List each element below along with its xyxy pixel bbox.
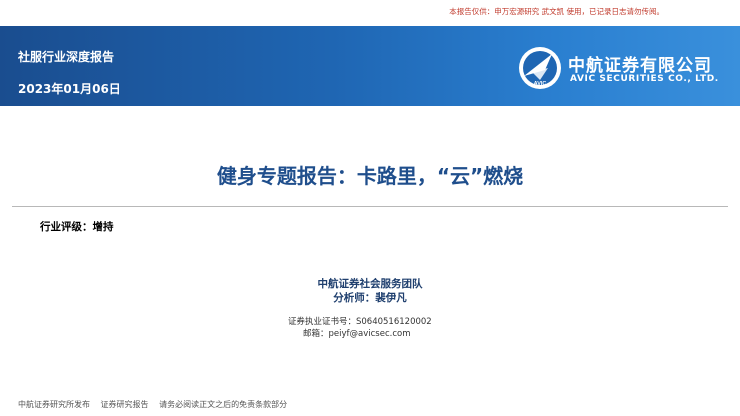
divider bbox=[12, 206, 728, 207]
report-type: 社服行业深度报告 bbox=[18, 50, 115, 64]
company-name-cn: 中航证券有限公司 bbox=[568, 56, 712, 76]
analyst-name: 分析师：裴伊凡 bbox=[333, 292, 407, 304]
research-team: 中航证券社会服务团队 bbox=[317, 278, 423, 290]
footer: 中航证券研究所发布 证券研究报告 请务必阅读正文之后的免责条款部分 bbox=[18, 399, 295, 410]
avic-logo-icon: AVIC bbox=[519, 47, 561, 89]
logo-text: AVIC bbox=[534, 81, 547, 87]
company-name-en: AVIC SECURITIES CO., LTD. bbox=[570, 74, 719, 84]
analyst-email[interactable]: 邮箱：peiyf@avicsec.com bbox=[303, 327, 410, 339]
footer-doc-type: 证券研究报告 bbox=[100, 400, 149, 409]
footer-disclaimer: 请务必阅读正文之后的免责条款部分 bbox=[159, 400, 288, 409]
footer-publisher: 中航证券研究所发布 bbox=[18, 400, 90, 409]
certificate-number: 证券执业证书号：S0640516120002 bbox=[288, 317, 432, 327]
distribution-notice: 本报告仅供：申万宏源研究 武文凯 使用，已记录日志请勿传阅。 bbox=[449, 7, 664, 16]
industry-rating: 行业评级：增持 bbox=[40, 221, 114, 233]
header-banner: 社服行业深度报告 2023年01月06日 AVIC 中航证券有限公司 AVIC … bbox=[0, 26, 740, 106]
report-title: 健身专题报告：卡路里，“云”燃烧 bbox=[216, 164, 524, 188]
report-date: 2023年01月06日 bbox=[18, 82, 121, 96]
